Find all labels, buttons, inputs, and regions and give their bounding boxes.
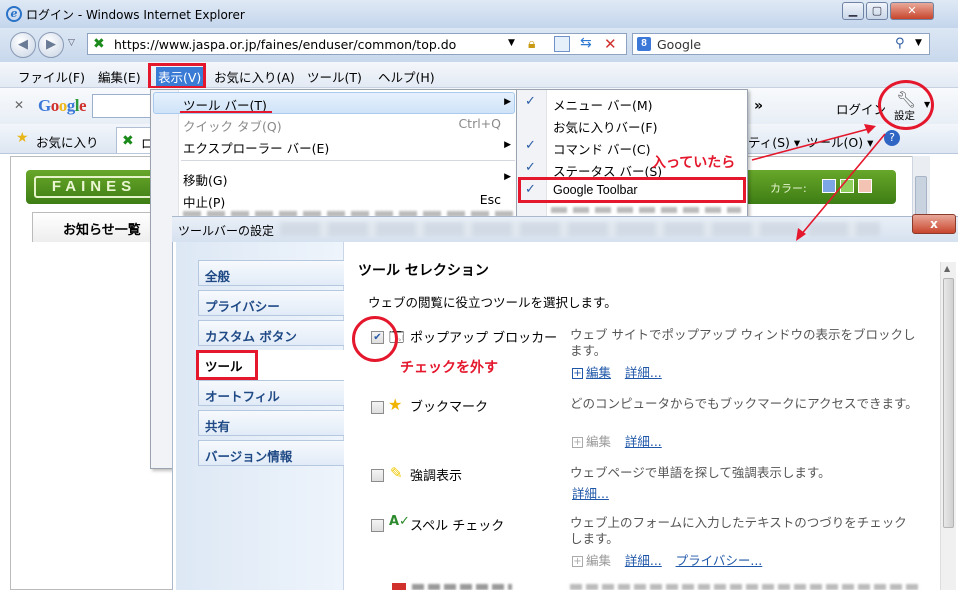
arrow-to-dialog [799, 133, 886, 237]
arrow-to-settings [751, 127, 873, 161]
annotation-arrows [751, 124, 886, 241]
